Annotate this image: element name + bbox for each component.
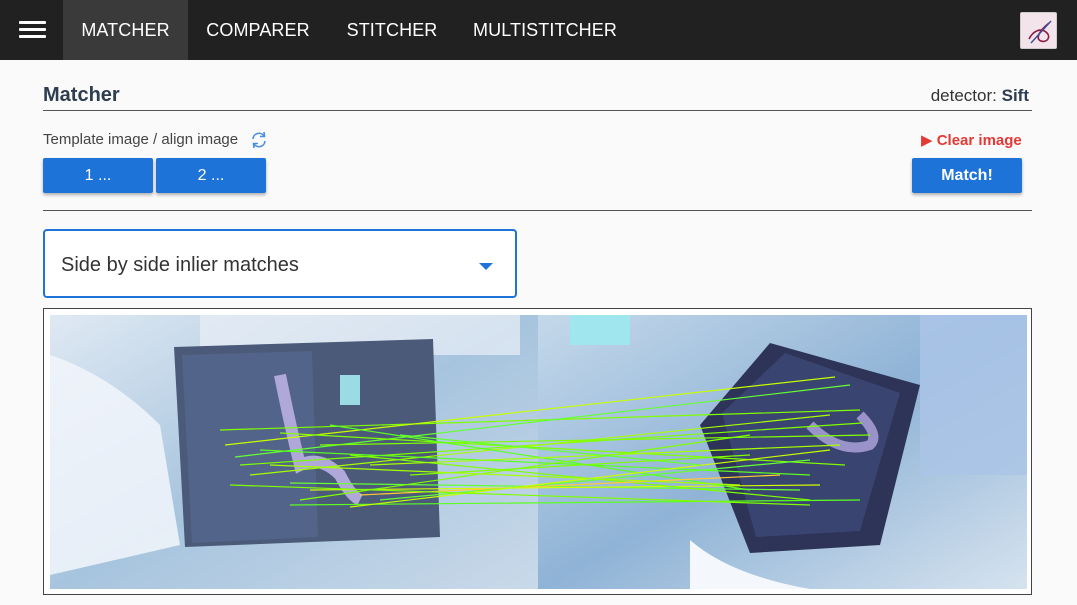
- page-title: Matcher: [43, 84, 120, 106]
- detector-value: Sift: [1001, 86, 1029, 105]
- match-result-image: [50, 315, 1027, 589]
- play-icon: ▶: [921, 132, 933, 149]
- detector-indicator: detector: Sift: [931, 86, 1029, 106]
- top-app-bar: MATCHER COMPARER STITCHER MULTISTITCHER: [0, 0, 1077, 60]
- view-mode-select[interactable]: Side by side inlier matches: [43, 229, 517, 298]
- tab-matcher[interactable]: MATCHER: [63, 0, 188, 60]
- menu-icon[interactable]: [19, 20, 46, 40]
- image1-button[interactable]: 1 ...: [43, 158, 153, 193]
- detector-label: detector:: [930, 86, 997, 105]
- image2-button[interactable]: 2 ...: [156, 158, 266, 193]
- app-logo[interactable]: [1020, 12, 1057, 49]
- match-result-panel: [43, 308, 1032, 595]
- match-button[interactable]: Match!: [912, 158, 1022, 193]
- title-divider: [43, 110, 1032, 111]
- tab-multistitcher[interactable]: MULTISTITCHER: [458, 0, 632, 60]
- controls-divider: [43, 210, 1032, 211]
- swap-images-icon[interactable]: [249, 130, 269, 150]
- template-image-label: Template image / align image: [43, 131, 239, 148]
- clear-image-label: Clear image: [936, 132, 1022, 149]
- tab-stitcher[interactable]: STITCHER: [330, 0, 454, 60]
- dropdown-arrow-icon: [479, 263, 493, 270]
- clear-image-button[interactable]: ▶ Clear image: [921, 131, 1022, 149]
- tab-comparer[interactable]: COMPARER: [190, 0, 326, 60]
- view-mode-value: Side by side inlier matches: [61, 254, 299, 276]
